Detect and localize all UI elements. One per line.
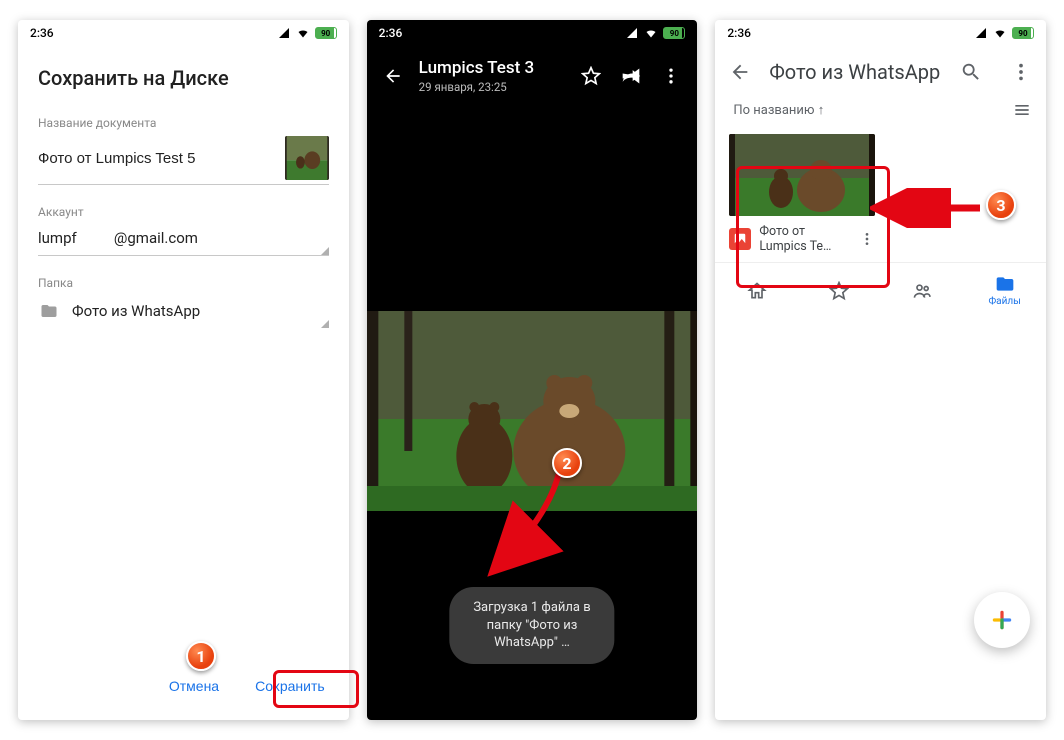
folder-value: Фото из WhatsApp — [72, 302, 200, 320]
status-time: 2:36 — [727, 26, 751, 40]
file-card[interactable]: Фото от Lumpics Te… — [729, 134, 875, 258]
status-time: 2:36 — [379, 26, 403, 40]
doc-name-field: Название документа — [18, 114, 349, 203]
more-icon[interactable] — [661, 66, 681, 86]
status-right: 90 — [974, 27, 1034, 39]
photo — [367, 311, 698, 511]
save-button[interactable]: Сохранить — [241, 668, 339, 704]
plus-icon — [989, 607, 1015, 633]
view-list-icon[interactable] — [1012, 100, 1032, 120]
wifi-icon — [643, 27, 659, 39]
sort-bar: По названию ↑ — [715, 94, 1046, 130]
appbar: Lumpics Test 3 29 января, 23:25 — [367, 46, 698, 102]
star-icon[interactable] — [581, 66, 601, 86]
wifi-icon — [992, 27, 1008, 39]
tab-home[interactable] — [715, 263, 798, 318]
fab-add[interactable] — [974, 592, 1030, 648]
screen-drive-folder: 2:36 90 Фото из WhatsApp По названию ↑ — [715, 20, 1046, 720]
back-icon[interactable] — [729, 61, 751, 83]
signal-icon — [625, 27, 639, 39]
account-value[interactable]: lumpf @gmail.com — [38, 225, 329, 251]
status-right: 90 — [625, 27, 685, 39]
search-icon[interactable] — [960, 61, 982, 83]
status-right: 90 — [277, 27, 337, 39]
battery-icon: 90 — [1012, 27, 1034, 39]
statusbar: 2:36 90 — [18, 20, 349, 46]
doc-name-label: Название документа — [38, 116, 329, 130]
signal-icon — [974, 27, 988, 39]
wifi-icon — [295, 27, 311, 39]
appbar: Фото из WhatsApp — [715, 46, 1046, 94]
statusbar: 2:36 90 — [715, 20, 1046, 46]
battery-icon: 90 — [315, 27, 337, 39]
account-field: Аккаунт lumpf @gmail.com — [18, 203, 349, 274]
sort-label[interactable]: По названию ↑ — [733, 102, 824, 118]
dialog-title: Сохранить на Диске — [18, 46, 349, 114]
screen-whatsapp-photo: 2:36 90 Lumpics Test 3 29 января, 23:25 — [367, 20, 698, 720]
image-type-icon — [729, 228, 751, 250]
doc-name-input[interactable] — [38, 146, 273, 171]
statusbar: 2:36 90 — [367, 20, 698, 46]
cancel-button[interactable]: Отмена — [155, 668, 233, 704]
bottom-nav: Файлы — [715, 262, 1046, 318]
appbar-actions — [581, 66, 681, 86]
file-thumbnail — [729, 134, 875, 216]
photo-title: Lumpics Test 3 — [419, 58, 566, 78]
folder-label: Папка — [38, 276, 329, 290]
folder-title: Фото из WhatsApp — [769, 60, 942, 84]
file-grid: Фото от Lumpics Te… — [715, 130, 1046, 262]
file-more-icon[interactable] — [859, 231, 875, 247]
folder-picker[interactable]: Фото из WhatsApp — [38, 296, 329, 327]
tab-shared[interactable] — [881, 263, 964, 318]
file-name: Фото от Lumpics Te… — [759, 224, 851, 254]
account-label: Аккаунт — [38, 205, 329, 219]
photo-date: 29 января, 23:25 — [419, 80, 566, 94]
upload-toast: Загрузка 1 файла в папку "Фото из WhatsA… — [449, 587, 614, 664]
tab-starred[interactable] — [798, 263, 881, 318]
status-time: 2:36 — [30, 26, 54, 40]
tab-files[interactable]: Файлы — [963, 263, 1046, 318]
back-icon[interactable] — [383, 66, 403, 86]
battery-icon: 90 — [663, 27, 685, 39]
folder-field: Папка Фото из WhatsApp — [18, 274, 349, 345]
more-icon[interactable] — [1010, 61, 1032, 83]
title-block: Lumpics Test 3 29 января, 23:25 — [419, 58, 566, 94]
share-icon[interactable] — [621, 66, 641, 86]
dialog-actions: Отмена Сохранить — [18, 654, 349, 720]
signal-icon — [277, 27, 291, 39]
folder-icon — [38, 302, 60, 320]
doc-thumbnail — [285, 136, 329, 180]
screen-save-to-drive: 2:36 90 Сохранить на Диске Название доку… — [18, 20, 349, 720]
